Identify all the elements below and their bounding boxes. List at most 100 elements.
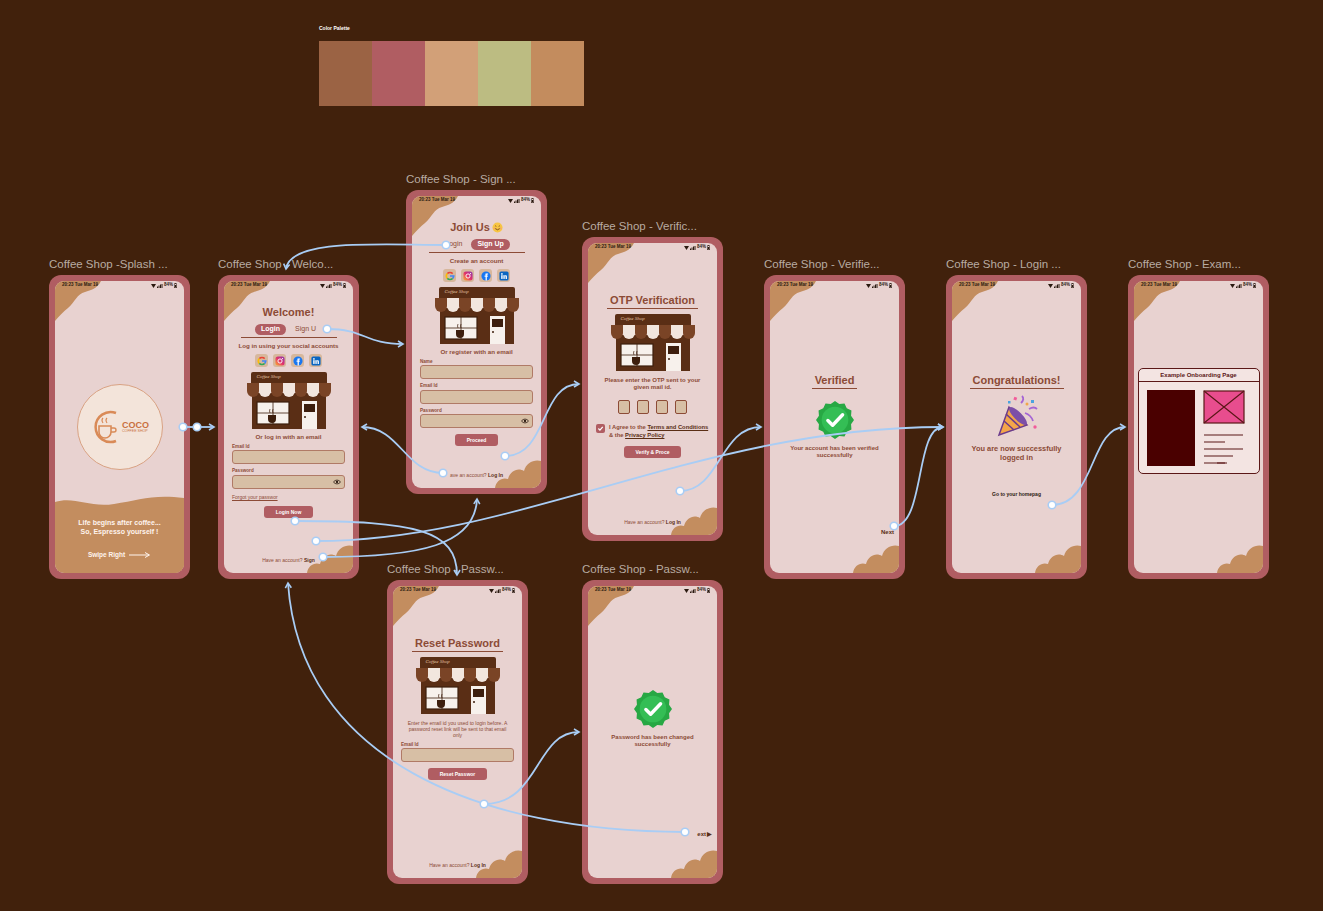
policy-link[interactable]: Privacy Policy	[625, 432, 664, 438]
eye-icon[interactable]	[521, 418, 529, 424]
google-icon[interactable]	[445, 271, 455, 281]
connector-handle[interactable]	[501, 452, 509, 460]
swipe-right-button[interactable]: Swipe Right	[88, 551, 151, 559]
right-arrow-icon[interactable]	[129, 552, 151, 558]
connector-handle[interactable]	[480, 800, 488, 808]
graphic-part	[481, 271, 491, 281]
otp-box[interactable]	[637, 400, 649, 414]
verify-button[interactable]: Verify & Proce	[624, 446, 682, 458]
graphic-part	[503, 275, 504, 279]
graphic-part	[708, 247, 710, 249]
password-input[interactable]	[420, 414, 533, 428]
graphic-part	[1048, 284, 1053, 288]
graphic-part	[1203, 390, 1245, 424]
reset-button[interactable]: Reset Passwor	[428, 768, 488, 780]
graphic-part	[326, 286, 327, 288]
phone-frame: 20:23 Tue Mar 1984%Password has been cha…	[582, 580, 723, 884]
otp-box[interactable]	[656, 400, 668, 414]
connector-handle[interactable]	[676, 487, 684, 495]
graphic-part	[447, 306, 459, 312]
text-input[interactable]	[401, 748, 514, 762]
facebook-icon[interactable]	[481, 271, 491, 281]
linkedin-icon[interactable]	[499, 271, 509, 281]
footer-link[interactable]: Log In	[471, 862, 486, 868]
eye-icon[interactable]	[333, 479, 341, 485]
graphic-part	[518, 199, 519, 203]
onboarding-preview: Example Onboarding Page	[1138, 368, 1260, 474]
graphic-part	[257, 402, 289, 424]
forgot-password-link[interactable]: Forgot your passwor	[232, 494, 278, 500]
otp-box[interactable]	[675, 400, 687, 414]
homepage-link[interactable]: Go to your homepag	[992, 491, 1041, 497]
graphic-part	[483, 306, 495, 312]
linkedin-icon[interactable]	[311, 356, 321, 366]
signal-icon	[1236, 284, 1242, 288]
social-button[interactable]	[255, 354, 268, 367]
signal-icon	[326, 284, 332, 288]
connector-handle[interactable]	[442, 241, 450, 249]
auth-tab[interactable]: Login	[255, 324, 286, 334]
graphic-part	[1072, 283, 1073, 284]
submit-button[interactable]: Proceed	[455, 434, 499, 446]
agree-checkbox[interactable]	[596, 424, 605, 433]
submit-button[interactable]: Login Now	[264, 506, 314, 518]
play-arrow-icon[interactable]: ▶	[707, 831, 712, 838]
connector-handle[interactable]	[193, 423, 201, 431]
connector-handle[interactable]	[1048, 501, 1056, 509]
next-label[interactable]: ext	[697, 831, 706, 838]
auth-tab[interactable]: Sign Up	[471, 239, 509, 249]
connector-handle[interactable]	[179, 423, 187, 431]
frame-title: Coffee Shop -Splash ...	[49, 259, 168, 271]
social-button[interactable]	[461, 269, 474, 282]
facebook-icon[interactable]	[293, 356, 303, 366]
connector-handle[interactable]	[439, 469, 447, 477]
graphic-part	[464, 676, 476, 682]
social-button[interactable]	[443, 269, 456, 282]
connector-handle[interactable]	[312, 537, 320, 545]
otp-box[interactable]	[618, 400, 630, 414]
phone-frame: 20:23 Tue Mar 1984%VerifiedYour account …	[764, 275, 905, 579]
text-input[interactable]	[420, 365, 533, 379]
connector-handle[interactable]	[890, 522, 898, 530]
google-icon[interactable]	[257, 356, 267, 366]
footer-link[interactable]: Log In	[666, 519, 681, 525]
footer-link[interactable]: Sign	[304, 557, 315, 563]
social-button[interactable]	[291, 354, 304, 367]
graphic-part	[174, 283, 177, 288]
policy-link[interactable]: Terms and Conditions	[647, 424, 708, 430]
connector-handle[interactable]	[681, 828, 689, 836]
text-input[interactable]	[232, 450, 345, 464]
graphic-part	[1236, 284, 1242, 288]
graphic-part	[438, 694, 442, 698]
graphic-part	[1254, 283, 1255, 284]
social-button[interactable]	[309, 354, 322, 367]
graphic-part	[489, 589, 494, 593]
auth-tab[interactable]: ogin	[443, 239, 468, 249]
social-button[interactable]	[273, 354, 286, 367]
swipe-label[interactable]: Swipe Right	[88, 551, 125, 559]
footer-link[interactable]: Log In	[488, 472, 503, 478]
instagram-icon[interactable]	[463, 271, 473, 281]
graphic-part	[872, 286, 873, 288]
social-login-row	[255, 354, 322, 367]
text-input[interactable]	[420, 390, 533, 404]
instagram-icon[interactable]	[275, 356, 285, 366]
graphic-part	[334, 480, 341, 484]
next-button[interactable]: ext▶	[697, 831, 712, 838]
graphic-part	[1253, 284, 1256, 288]
password-input[interactable]	[232, 475, 345, 489]
status-time: 20:23 Tue Mar 19	[777, 283, 813, 288]
social-button[interactable]	[479, 269, 492, 282]
auth-tab[interactable]: Sign U	[289, 324, 322, 334]
graphic-part	[496, 590, 497, 593]
next-button[interactable]: Next	[881, 529, 894, 536]
graphic-part	[490, 316, 505, 344]
connector-handle[interactable]	[319, 553, 327, 561]
connector-handle[interactable]	[291, 517, 299, 525]
social-button[interactable]	[497, 269, 510, 282]
corner-decoration	[1217, 535, 1263, 573]
connector-handle[interactable]	[323, 325, 331, 333]
next-label[interactable]: Next	[881, 529, 894, 536]
battery-level: 84%	[502, 588, 511, 593]
flow-connector	[1052, 427, 1125, 505]
